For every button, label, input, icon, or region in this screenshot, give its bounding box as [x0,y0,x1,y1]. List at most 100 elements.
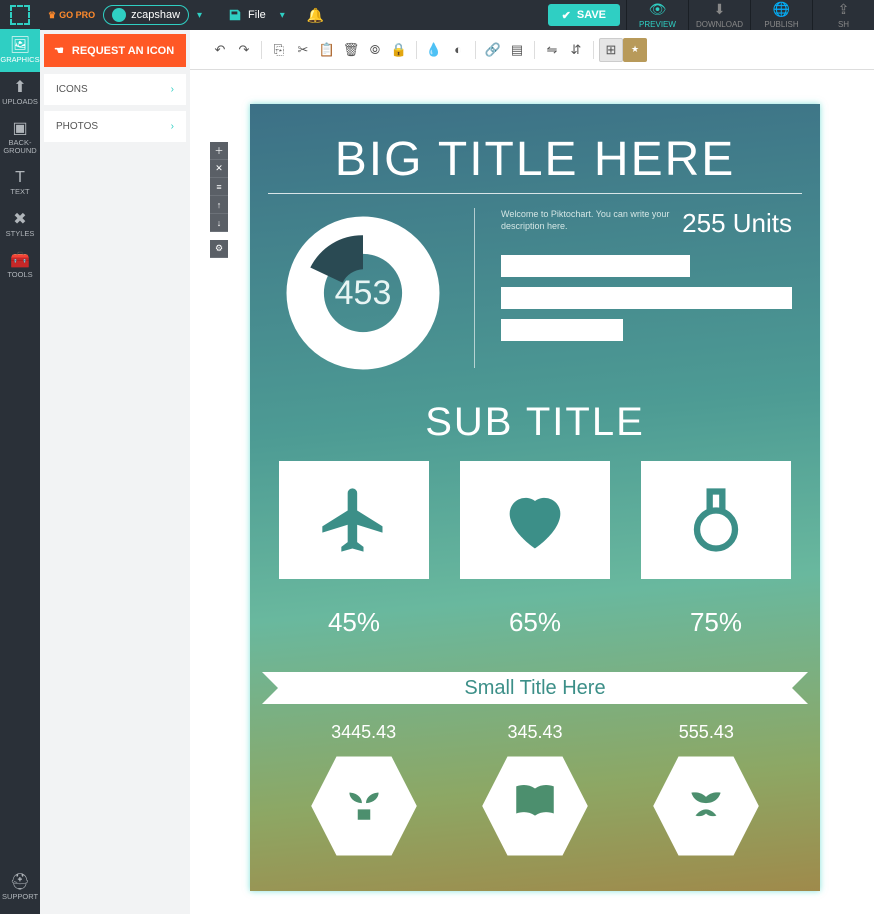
units-label[interactable]: 255 Units [682,208,792,239]
globe-icon: 🌐 [773,1,790,18]
infographic-canvas[interactable]: BIG TITLE HERE 453 Welcome to Piktochart… [250,104,820,891]
stat-card[interactable]: 45% [274,461,434,638]
hex-item[interactable]: 345.43 [480,722,590,851]
share-label: SH [838,20,849,29]
block-settings-button[interactable]: ⚙ [210,240,228,258]
hex-value[interactable]: 555.43 [679,722,734,743]
graphics-panel: ☚ REQUEST AN ICON ICONS › PHOTOS › [40,30,190,914]
download-button[interactable]: ⬇ DOWNLOAD [688,0,750,30]
leaf-icon [681,776,731,826]
stat-bubble [460,461,610,579]
chevron-down-icon[interactable]: ▾ [197,10,202,21]
hex-item[interactable]: 555.43 [651,722,761,851]
top-bar: ♛ GO PRO zcapshaw ▾ File ▾ 🔔 ✔ SAVE 👁 PR… [0,0,874,30]
publish-label: PUBLISH [764,20,798,29]
sidebar-item-background[interactable]: ▣ BACK-GROUND [0,113,40,162]
upload-icon: ⬆ [13,80,26,96]
stat-percent[interactable]: 65% [509,607,561,638]
donut-chart[interactable]: 453 [278,208,448,378]
move-down-button[interactable]: ↓ [210,214,228,232]
user-menu[interactable]: zcapshaw [103,5,189,25]
file-menu[interactable]: File ▾ [228,8,293,22]
group-icon: ⦾ [370,42,380,58]
sidebar-item-support[interactable]: ⛑ SUPPORT [0,867,40,909]
sub-title[interactable]: SUB TITLE [268,400,802,445]
flip-horizontal-icon: ⇋ [547,42,558,58]
hex-value[interactable]: 345.43 [507,722,562,743]
stat-bubble [279,461,429,579]
opacity-button[interactable]: 💧 [422,38,446,62]
flag-button[interactable]: ★ [623,38,647,62]
image-icon: 🖼 [10,38,30,54]
sidebar-item-uploads[interactable]: ⬆ UPLOADS [0,72,40,114]
align-icon: ⊞ [606,42,617,58]
lock-button[interactable]: 🔒 [387,38,411,62]
stat-card[interactable]: 75% [636,461,796,638]
text-icon: T [15,170,25,186]
hex-value[interactable]: 3445.43 [331,722,396,743]
panel-tab-photos[interactable]: PHOTOS › [44,111,186,142]
copy-button[interactable]: ⎘ [267,38,291,62]
stat-percent[interactable]: 75% [690,607,742,638]
preview-button[interactable]: 👁 PREVIEW [626,0,688,30]
flip-h-button[interactable]: ⇋ [540,38,564,62]
move-up-button[interactable]: ↑ [210,196,228,214]
flip-v-button[interactable]: ⇵ [564,38,588,62]
stat-cards-row: 45% 65% 75% [268,461,802,638]
add-block-button[interactable]: ＋ [210,142,228,160]
color-button[interactable]: ◐ [446,38,470,62]
arrange-button[interactable]: ▤ [505,38,529,62]
clone-block-button[interactable]: ≡ [210,178,228,196]
stack-icon: ▤ [511,42,523,58]
stat-bubble [641,461,791,579]
copy-icon: ⎘ [274,42,284,58]
notifications-icon[interactable]: 🔔 [307,7,324,24]
align-button[interactable]: ⊞ [599,38,623,62]
delete-button[interactable]: 🗑 [339,38,363,62]
airplane-icon [316,482,392,558]
redo-button[interactable]: ↷ [232,38,256,62]
life-ring-icon: ⛑ [10,875,30,891]
sidebar-item-tools[interactable]: 🧰 TOOLS [0,245,40,287]
flip-vertical-icon: ⇵ [571,42,582,58]
lock-icon: 🔒 [391,42,407,58]
description-text[interactable]: Welcome to Piktochart. You can write you… [501,208,670,232]
sidebar-item-graphics[interactable]: 🖼 GRAPHICS [0,30,40,72]
undo-icon: ↶ [215,42,226,58]
undo-button[interactable]: ↶ [208,38,232,62]
publish-button[interactable]: 🌐 PUBLISH [750,0,812,30]
cut-button[interactable]: ✂ [291,38,315,62]
save-button[interactable]: ✔ SAVE [548,4,620,26]
link-icon: 🔗 [485,42,501,58]
app-logo[interactable] [0,0,40,30]
stat-percent[interactable]: 45% [328,607,380,638]
big-title[interactable]: BIG TITLE HERE [268,132,802,187]
heart-icon [497,482,573,558]
user-avatar-icon [112,8,126,22]
go-pro-button[interactable]: ♛ GO PRO [48,10,95,21]
sidebar-item-styles[interactable]: ✖ STYLES [0,204,40,246]
group-button[interactable]: ⦾ [363,38,387,62]
crown-icon: ♛ [48,10,56,21]
link-button[interactable]: 🔗 [481,38,505,62]
pointer-icon: ☚ [54,44,64,57]
editor-toolbar: ↶ ↷ ⎘ ✂ 📋 🗑 ⦾ 🔒 💧 ◐ 🔗 ▤ ⇋ ⇵ ⊞ ★ [190,30,874,70]
layers-icon: ▣ [12,121,27,137]
ribbon-banner[interactable]: Small Title Here [278,672,792,704]
panel-tab-icons[interactable]: ICONS › [44,74,186,105]
save-label: SAVE [577,9,606,21]
bar-3 [501,319,623,341]
share-button[interactable]: ⇪ SH [812,0,874,30]
paste-button[interactable]: 📋 [315,38,339,62]
request-icon-button[interactable]: ☚ REQUEST AN ICON [44,34,186,67]
hex-item[interactable]: 3445.43 [309,722,419,851]
remove-block-button[interactable]: ✕ [210,160,228,178]
bar-chart[interactable] [501,255,792,341]
sidebar-item-text[interactable]: T TEXT [0,162,40,204]
go-pro-label: GO PRO [59,10,95,20]
file-label: File [248,9,266,21]
scissors-icon: ✂ [298,42,309,58]
bar-1 [501,255,690,277]
stat-card[interactable]: 65% [455,461,615,638]
canvas-viewport[interactable]: ＋ ✕ ≡ ↑ ↓ ⚙ BIG TITLE HERE 453 [190,70,874,914]
